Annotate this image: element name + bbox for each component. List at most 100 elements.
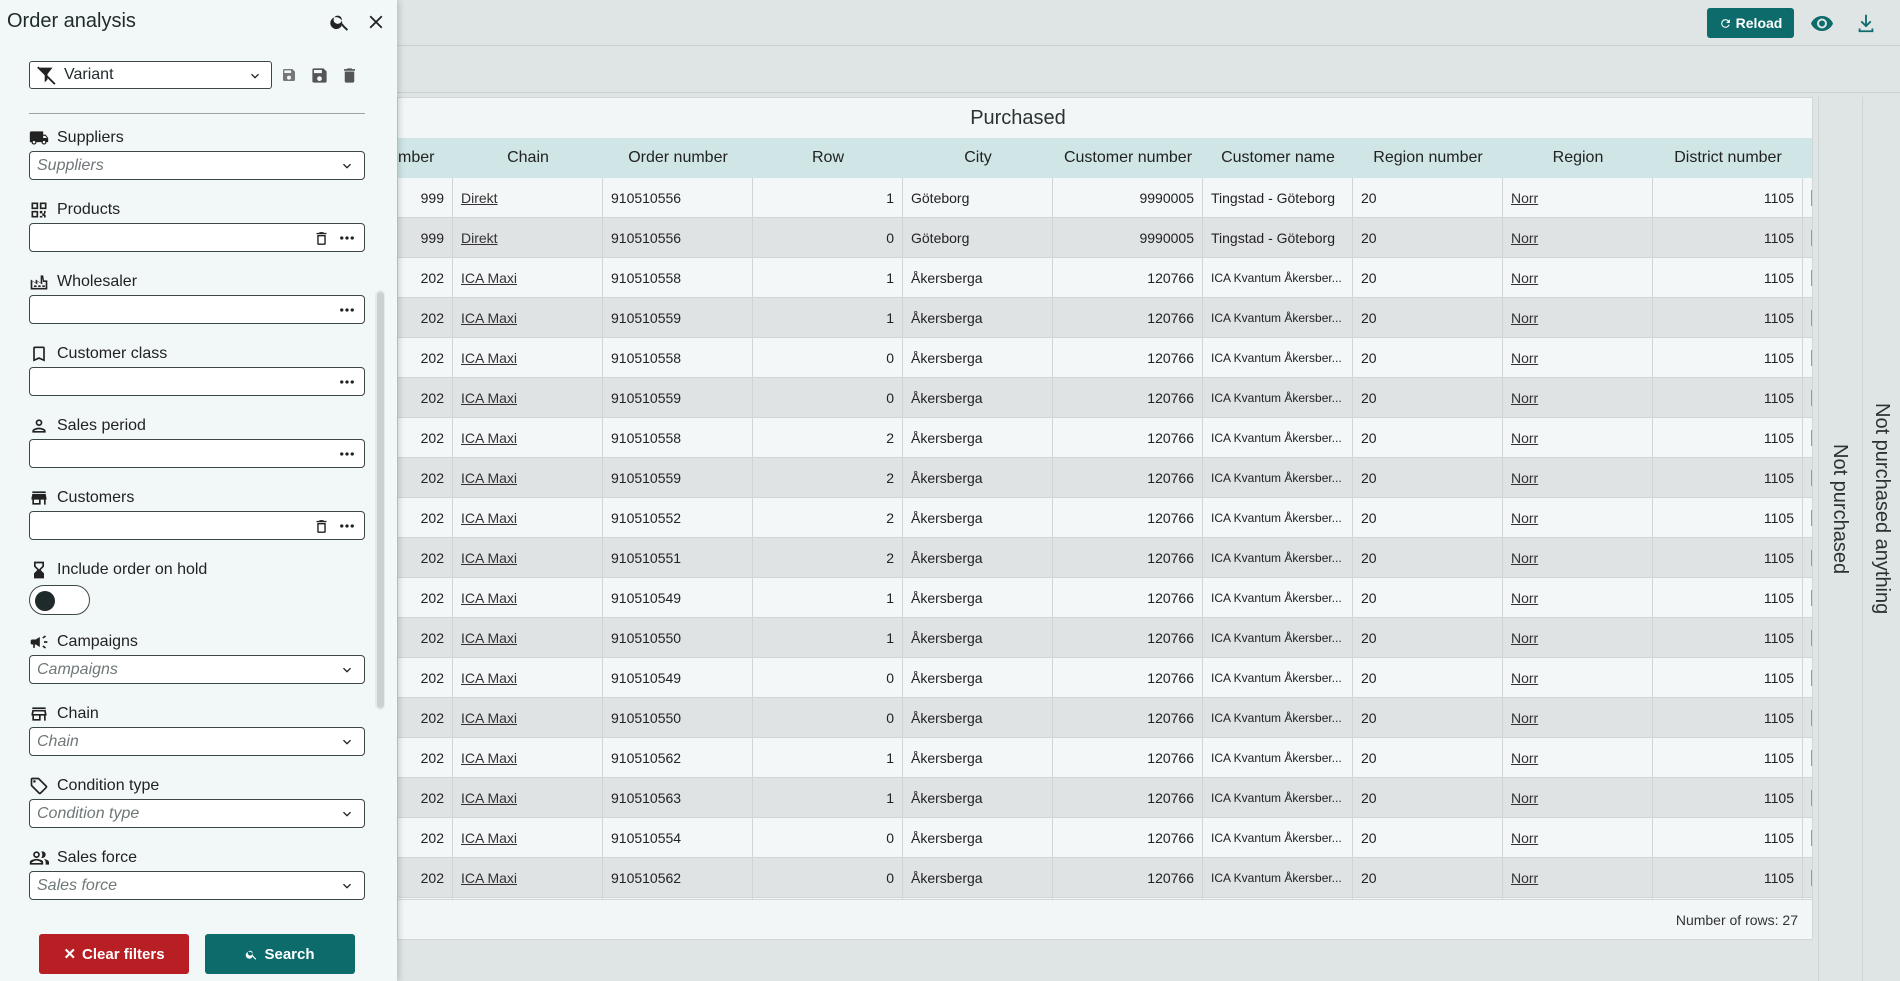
- table-cell: 910510558: [603, 418, 753, 458]
- column-header[interactable]: Chain: [453, 138, 603, 178]
- more-icon[interactable]: [338, 301, 356, 319]
- table-cell[interactable]: Norr: [1503, 578, 1653, 618]
- more-icon[interactable]: [338, 517, 356, 535]
- table-cell[interactable]: ICA Maxi: [453, 658, 603, 698]
- table-cell[interactable]: Norr: [1503, 258, 1653, 298]
- table-row[interactable]: 202 ICA Maxi 910510551 2 Åkersberga 120766 ICA…: [398, 538, 1812, 578]
- table-cell[interactable]: ICA Maxi: [453, 538, 603, 578]
- table-row[interactable]: 999 Direkt 910510556 1 Göteborg 9990005 Tingst…: [398, 178, 1812, 218]
- table-row[interactable]: 202 ICA Maxi 910510550 0 Åkersberga 120766 ICA…: [398, 698, 1812, 738]
- customer-class-input[interactable]: [29, 367, 365, 396]
- campaigns-select[interactable]: Campaigns: [29, 655, 365, 684]
- table-cell[interactable]: Norr: [1503, 538, 1653, 578]
- table-cell[interactable]: Norr: [1503, 178, 1653, 218]
- table-cell[interactable]: ICA Maxi: [453, 778, 603, 818]
- table-row[interactable]: 202 ICA Maxi 910510550 1 Åkersberga 120766 ICA…: [398, 618, 1812, 658]
- column-header[interactable]: Region number: [1353, 138, 1503, 178]
- table-cell[interactable]: Direkt: [453, 178, 603, 218]
- table-row[interactable]: 202 ICA Maxi 910510559 0 Åkersberga 120766 ICA…: [398, 378, 1812, 418]
- save-icon[interactable]: [309, 65, 329, 85]
- table-row[interactable]: 202 ICA Maxi 910510552 2 Åkersberga 120766 ICA…: [398, 498, 1812, 538]
- suppliers-select[interactable]: Suppliers: [29, 151, 365, 180]
- column-header[interactable]: Region: [1503, 138, 1653, 178]
- table-row[interactable]: 202 ICA Maxi 910510562 0 Åkersberga 120766 ICA…: [398, 858, 1812, 898]
- table-row[interactable]: 202 ICA Maxi 910510554 0 Åkersberga 120766 ICA…: [398, 818, 1812, 858]
- table-row[interactable]: 202 ICA Maxi 910510562 1 Åkersberga 120766 ICA…: [398, 738, 1812, 778]
- column-header[interactable]: Customer number: [1053, 138, 1203, 178]
- table-cell[interactable]: ICA Maxi: [453, 458, 603, 498]
- more-icon[interactable]: [338, 373, 356, 391]
- condition-type-select[interactable]: Condition type: [29, 799, 365, 828]
- table-cell: 2: [753, 498, 903, 538]
- eye-icon[interactable]: [1810, 12, 1834, 34]
- download-icon[interactable]: [1854, 12, 1878, 34]
- column-header[interactable]: mber: [398, 138, 453, 178]
- table-cell[interactable]: Direkt: [453, 218, 603, 258]
- search-button[interactable]: Search: [205, 934, 355, 974]
- table-cell[interactable]: ICA Maxi: [453, 818, 603, 858]
- table-row[interactable]: 202 ICA Maxi 910510558 2 Åkersberga 120766 ICA…: [398, 418, 1812, 458]
- products-input[interactable]: [29, 223, 365, 252]
- table-cell[interactable]: ICA Maxi: [453, 858, 603, 898]
- not-purchased-panel[interactable]: Not purchased: [1818, 97, 1860, 981]
- table-cell[interactable]: ICA Maxi: [453, 578, 603, 618]
- table-cell[interactable]: ICA Maxi: [453, 418, 603, 458]
- delete-variant-icon[interactable]: [339, 65, 359, 85]
- table-row[interactable]: 202 ICA Maxi 910510558 0 Åkersberga 120766 ICA…: [398, 338, 1812, 378]
- column-header[interactable]: District number: [1653, 138, 1803, 178]
- table-cell[interactable]: Norr: [1503, 658, 1653, 698]
- table-cell[interactable]: ICA Maxi: [453, 258, 603, 298]
- table-row[interactable]: 202 ICA Maxi 910510559 1 Åkersberga 120766 ICA…: [398, 298, 1812, 338]
- table-cell[interactable]: ICA Maxi: [453, 738, 603, 778]
- clear-filters-button[interactable]: ✕ Clear filters: [39, 934, 189, 974]
- table-cell[interactable]: Norr: [1503, 338, 1653, 378]
- variant-select[interactable]: Variant: [29, 61, 272, 89]
- trash-icon[interactable]: [312, 229, 330, 247]
- table-cell[interactable]: ICA Maxi: [453, 498, 603, 538]
- search-icon[interactable]: [329, 11, 351, 33]
- table-cell[interactable]: Norr: [1503, 498, 1653, 538]
- sales-force-select[interactable]: Sales force: [29, 871, 365, 900]
- chain-select[interactable]: Chain: [29, 727, 365, 756]
- table-cell[interactable]: ICA Maxi: [453, 338, 603, 378]
- table-cell: 910510558: [603, 258, 753, 298]
- trash-icon[interactable]: [312, 517, 330, 535]
- table-cell[interactable]: ICA Maxi: [453, 378, 603, 418]
- not-purchased-anything-panel[interactable]: Not purchased anything: [1862, 97, 1900, 981]
- sales-period-input[interactable]: [29, 439, 365, 468]
- column-header[interactable]: Order number: [603, 138, 753, 178]
- include-on-hold-toggle[interactable]: [29, 585, 90, 615]
- column-header[interactable]: Customer name: [1203, 138, 1353, 178]
- table-row[interactable]: 202 ICA Maxi 910510558 1 Åkersberga 120766 ICA…: [398, 258, 1812, 298]
- cell-edge-mark: [1811, 390, 1812, 406]
- table-cell[interactable]: ICA Maxi: [453, 618, 603, 658]
- table-cell[interactable]: ICA Maxi: [453, 698, 603, 738]
- save-as-icon[interactable]: [279, 65, 299, 85]
- table-row[interactable]: 999 Direkt 910510556 0 Göteborg 9990005 Tingst…: [398, 218, 1812, 258]
- wholesaler-input[interactable]: [29, 295, 365, 324]
- table-cell[interactable]: Norr: [1503, 858, 1653, 898]
- more-icon[interactable]: [338, 445, 356, 463]
- table-cell[interactable]: Norr: [1503, 298, 1653, 338]
- scrollbar-thumb[interactable]: [377, 292, 384, 708]
- table-row[interactable]: 202 ICA Maxi 910510549 0 Åkersberga 120766 ICA…: [398, 658, 1812, 698]
- table-cell[interactable]: Norr: [1503, 218, 1653, 258]
- column-header[interactable]: City: [903, 138, 1053, 178]
- table-row[interactable]: 202 ICA Maxi 910510563 1 Åkersberga 120766 ICA…: [398, 778, 1812, 818]
- table-cell[interactable]: ICA Maxi: [453, 298, 603, 338]
- table-cell[interactable]: Norr: [1503, 698, 1653, 738]
- table-cell[interactable]: Norr: [1503, 818, 1653, 858]
- more-icon[interactable]: [338, 229, 356, 247]
- table-cell[interactable]: Norr: [1503, 738, 1653, 778]
- table-row[interactable]: 202 ICA Maxi 910510559 2 Åkersberga 120766 ICA…: [398, 458, 1812, 498]
- table-cell[interactable]: Norr: [1503, 458, 1653, 498]
- reload-button[interactable]: Reload: [1707, 8, 1794, 38]
- table-row[interactable]: 202 ICA Maxi 910510549 1 Åkersberga 120766 ICA…: [398, 578, 1812, 618]
- table-cell[interactable]: Norr: [1503, 378, 1653, 418]
- close-icon[interactable]: [365, 11, 387, 33]
- table-cell[interactable]: Norr: [1503, 778, 1653, 818]
- table-cell[interactable]: Norr: [1503, 618, 1653, 658]
- column-header[interactable]: Row: [753, 138, 903, 178]
- table-cell[interactable]: Norr: [1503, 418, 1653, 458]
- customers-input[interactable]: [29, 511, 365, 540]
